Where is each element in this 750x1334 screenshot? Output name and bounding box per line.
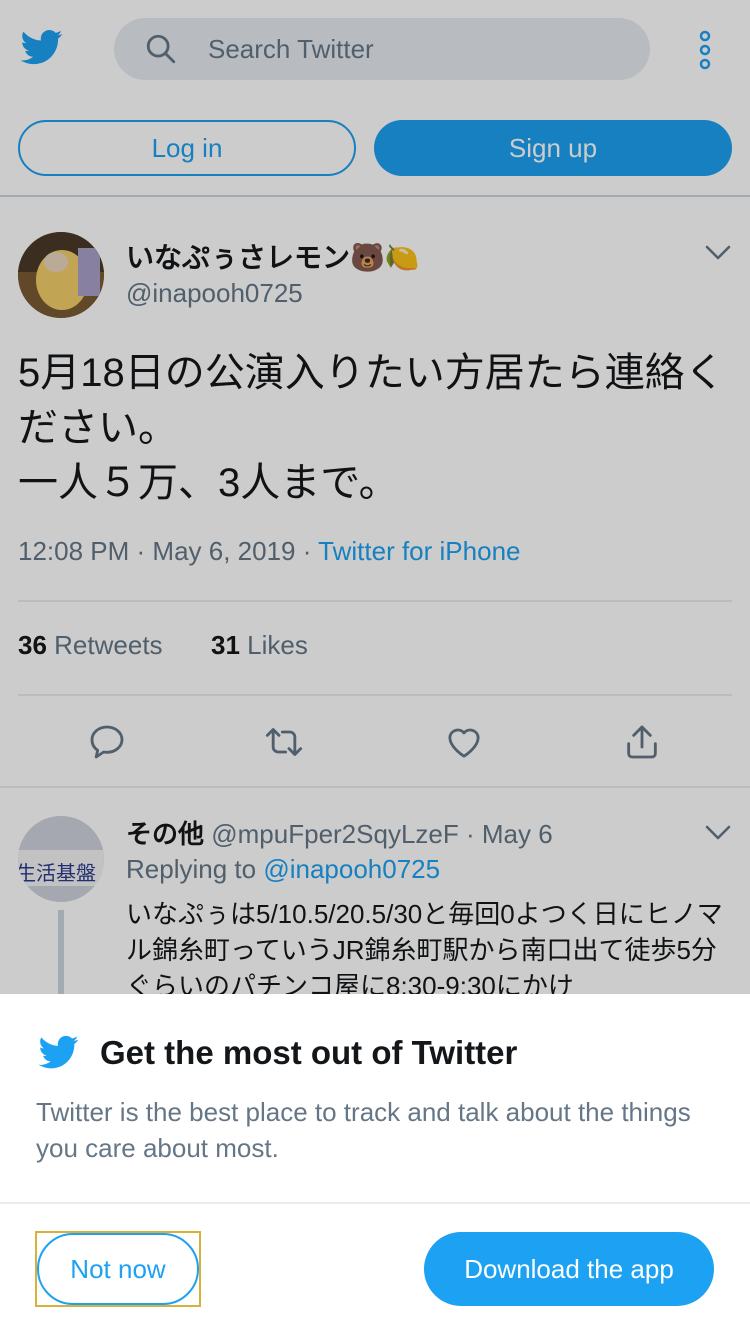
not-now-button[interactable]: Not now bbox=[37, 1233, 199, 1305]
divider bbox=[0, 1202, 750, 1204]
sheet-title: Get the most out of Twitter bbox=[100, 1034, 518, 1071]
download-app-button[interactable]: Download the app bbox=[424, 1232, 714, 1306]
twitter-bird-icon bbox=[38, 1035, 79, 1069]
modal-backdrop[interactable] bbox=[0, 0, 750, 994]
sheet-body: Twitter is the best place to track and t… bbox=[36, 1097, 691, 1163]
twitter-page: Search Twitter Log in Sign up いなぷぅさレモン🐻🍋… bbox=[0, 0, 750, 1334]
